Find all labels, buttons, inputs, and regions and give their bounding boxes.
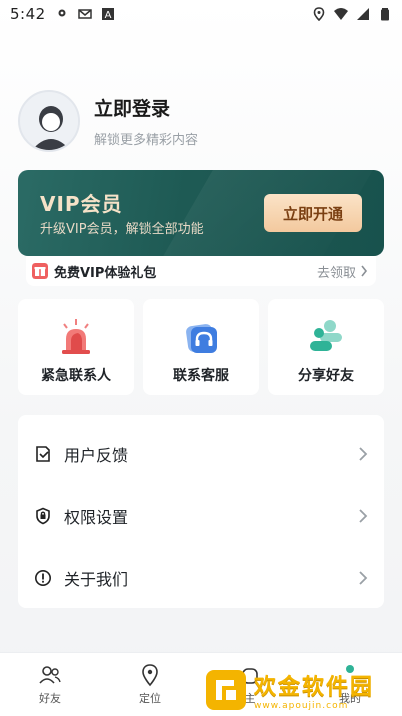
chevron-right-icon <box>359 571 368 585</box>
avatar-icon <box>22 94 78 150</box>
status-time: 5:42 <box>10 5 46 23</box>
gift-banner[interactable]: 免费VIP体验礼包 去领取 <box>26 256 376 286</box>
menu-item-feedback[interactable]: 用户反馈 <box>18 425 384 483</box>
profile-header[interactable]: 立即登录 解锁更多精彩内容 <box>18 90 198 152</box>
avatar[interactable] <box>18 90 80 152</box>
menu-item-permissions-label: 权限设置 <box>64 508 129 527</box>
gift-claim-link[interactable]: 去领取 <box>317 262 368 281</box>
vip-subtitle: 升级VIP会员，解锁全部功能 <box>40 222 204 237</box>
action-contact-support-label: 联系客服 <box>173 368 229 384</box>
chevron-right-icon <box>359 447 368 461</box>
vip-card[interactable]: VIP会员 升级VIP会员，解锁全部功能 立即开通 <box>18 170 384 256</box>
chevron-right-icon <box>359 509 368 523</box>
menu-item-feedback-label: 用户反馈 <box>64 446 129 465</box>
action-emergency-contact-label: 紧急联系人 <box>41 368 111 384</box>
menu-item-about-label: 关于我们 <box>64 570 129 589</box>
location-icon <box>313 7 325 21</box>
chevron-right-icon <box>361 265 368 277</box>
location-pin-icon <box>142 664 158 687</box>
tab-location-label: 定位 <box>139 692 161 705</box>
wifi-icon <box>334 8 348 20</box>
gmail-icon <box>77 9 92 19</box>
tab-friends-label: 好友 <box>39 692 61 705</box>
watermark: 欢金软件园 www.apoujin.com <box>204 664 402 716</box>
gift-text: 免费VIP体验礼包 <box>54 265 157 281</box>
action-emergency-contact[interactable]: 紧急联系人 <box>18 299 134 395</box>
battery-icon <box>381 8 389 21</box>
share-friends-icon <box>310 320 342 351</box>
vip-title: VIP会员 <box>40 192 123 216</box>
gift-claim-label: 去领取 <box>316 265 356 281</box>
tab-friends[interactable]: 好友 <box>0 653 100 716</box>
friends-icon <box>39 666 61 684</box>
menu-item-permissions[interactable]: 权限设置 <box>18 487 384 545</box>
login-subtitle: 解锁更多精彩内容 <box>94 133 199 148</box>
gift-icon <box>32 263 48 279</box>
info-icon <box>35 570 51 586</box>
shield-icon <box>36 507 50 525</box>
watermark-logo-icon <box>206 670 246 710</box>
headset-icon <box>186 324 217 353</box>
alarm-light-icon <box>62 319 90 354</box>
action-contact-support[interactable]: 联系客服 <box>143 299 259 395</box>
tab-location[interactable]: 定位 <box>100 653 200 716</box>
vip-open-button[interactable]: 立即开通 <box>264 194 362 232</box>
status-bar: 5:42 A <box>0 0 402 28</box>
feedback-icon <box>36 446 50 462</box>
menu-item-about[interactable]: 关于我们 <box>18 549 384 607</box>
location-pin-icon <box>58 9 66 17</box>
a-box-icon: A <box>101 8 114 21</box>
signal-icon <box>357 8 369 20</box>
watermark-url: www.apoujin.com <box>254 701 349 711</box>
login-title[interactable]: 立即登录 <box>94 94 198 121</box>
settings-menu: 用户反馈 权限设置 关于我们 <box>18 415 384 608</box>
watermark-text: 欢金软件园 <box>254 675 375 700</box>
action-share-friends[interactable]: 分享好友 <box>268 299 384 395</box>
svg-text:A: A <box>104 10 111 21</box>
quick-actions: 紧急联系人 联系客服 分享好友 <box>18 299 384 395</box>
action-share-friends-label: 分享好友 <box>298 368 354 384</box>
